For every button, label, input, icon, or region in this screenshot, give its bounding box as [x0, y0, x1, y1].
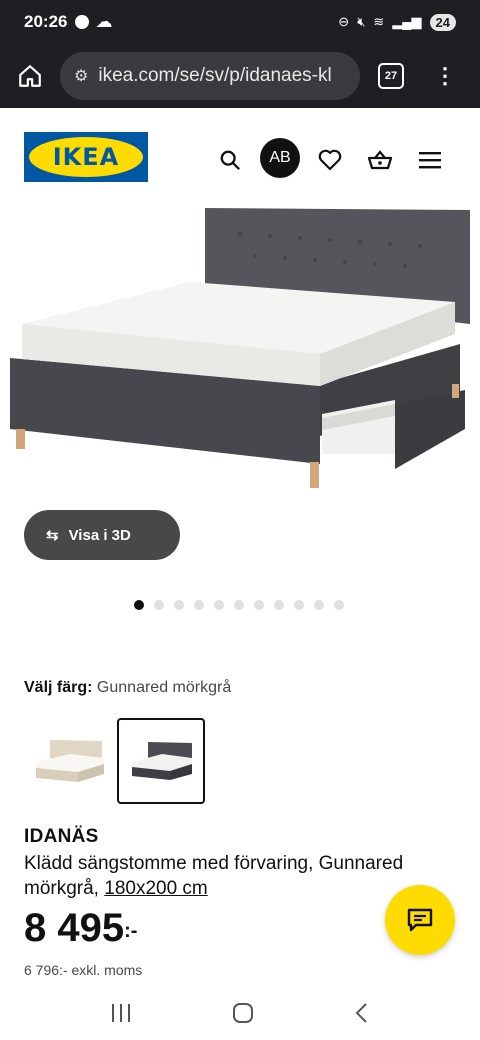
- color-selector-label: Välj färg: Gunnared mörkgrå: [24, 679, 231, 697]
- beige-bed-thumbnail: [36, 740, 104, 782]
- home-button[interactable]: [12, 58, 48, 94]
- product-size-link[interactable]: 180x200 cm: [104, 878, 208, 899]
- browser-toolbar: ⚙ ikea.com/se/sv/p/idanaes-kl 27 ⋮: [0, 44, 480, 108]
- product-description-text: Klädd sängstomme med förvaring, Gunnared…: [24, 853, 404, 899]
- cloud-icon: ☁: [95, 12, 113, 31]
- price-excl-vat: 6 796:- exkl. moms: [24, 962, 143, 978]
- gallery-dot[interactable]: [194, 600, 204, 610]
- status-bar: 20:26 ☁ ⊖ 🔇︎ ≋ ▂▄▆ 24: [0, 0, 480, 44]
- address-bar[interactable]: ⚙ ikea.com/se/sv/p/idanaes-kl: [60, 52, 360, 100]
- dark-grey-bed-thumbnail: [132, 742, 192, 780]
- signal-icon: ▂▄▆: [392, 14, 422, 29]
- site-settings-icon[interactable]: ⚙: [74, 66, 88, 86]
- messenger-icon: [75, 15, 90, 29]
- gallery-dot[interactable]: [134, 600, 144, 610]
- color-selected-value: Gunnared mörkgrå: [96, 679, 232, 696]
- view-in-3d-label: Visa i 3D: [68, 526, 131, 544]
- mute-icon: 🔇︎: [357, 14, 366, 29]
- browser-menu-icon[interactable]: ⋮: [434, 65, 456, 87]
- battery-indicator: 24: [429, 13, 456, 31]
- home-nav-icon[interactable]: [232, 1002, 254, 1029]
- search-icon[interactable]: [210, 140, 250, 180]
- gallery-dot[interactable]: [174, 600, 184, 610]
- color-label-title: Välj färg:: [24, 679, 93, 696]
- bed-illustration: [10, 208, 470, 488]
- recent-apps-icon[interactable]: [110, 1003, 132, 1028]
- wifi-icon: ≋: [373, 14, 385, 29]
- price-value: 8 495: [24, 906, 125, 950]
- gallery-dot[interactable]: [314, 600, 324, 610]
- product-price: 8 495:-: [24, 906, 137, 951]
- gallery-dot[interactable]: [334, 600, 344, 610]
- back-nav-icon[interactable]: [354, 1002, 370, 1029]
- android-nav-bar: [0, 990, 480, 1040]
- gallery-dot[interactable]: [234, 600, 244, 610]
- hamburger-menu-icon[interactable]: [410, 140, 450, 180]
- color-option-beige[interactable]: [24, 718, 112, 804]
- tab-switcher-button[interactable]: 27: [378, 63, 404, 89]
- gallery-pagination: [134, 600, 344, 610]
- price-suffix: :-: [124, 920, 138, 942]
- dnd-icon: ⊖: [338, 14, 350, 29]
- gallery-dot[interactable]: [254, 600, 264, 610]
- gallery-dot[interactable]: [154, 600, 164, 610]
- home-icon: [19, 65, 41, 87]
- rotate-3d-icon: ⇆: [46, 527, 59, 544]
- gallery-dot[interactable]: [274, 600, 284, 610]
- product-image[interactable]: [0, 204, 480, 504]
- heart-icon[interactable]: [310, 140, 350, 180]
- product-description: Klädd sängstomme med förvaring, Gunnared…: [24, 851, 454, 901]
- gallery-dot[interactable]: [294, 600, 304, 610]
- ikea-logo[interactable]: IKEA: [24, 132, 148, 182]
- url-text: ikea.com/se/sv/p/idanaes-kl: [98, 65, 332, 86]
- status-time: 20:26: [24, 12, 68, 31]
- color-option-gunnared-dark-grey[interactable]: [117, 718, 205, 804]
- chat-button[interactable]: [385, 885, 455, 955]
- basket-icon[interactable]: [360, 140, 400, 180]
- chat-icon: [407, 908, 433, 932]
- logo-text: IKEA: [29, 137, 143, 177]
- product-name: IDANÄS: [24, 826, 99, 847]
- gallery-dot[interactable]: [214, 600, 224, 610]
- view-in-3d-button[interactable]: ⇆ Visa i 3D: [24, 510, 180, 560]
- avatar[interactable]: AB: [260, 138, 300, 178]
- site-header: IKEA AB: [0, 108, 480, 204]
